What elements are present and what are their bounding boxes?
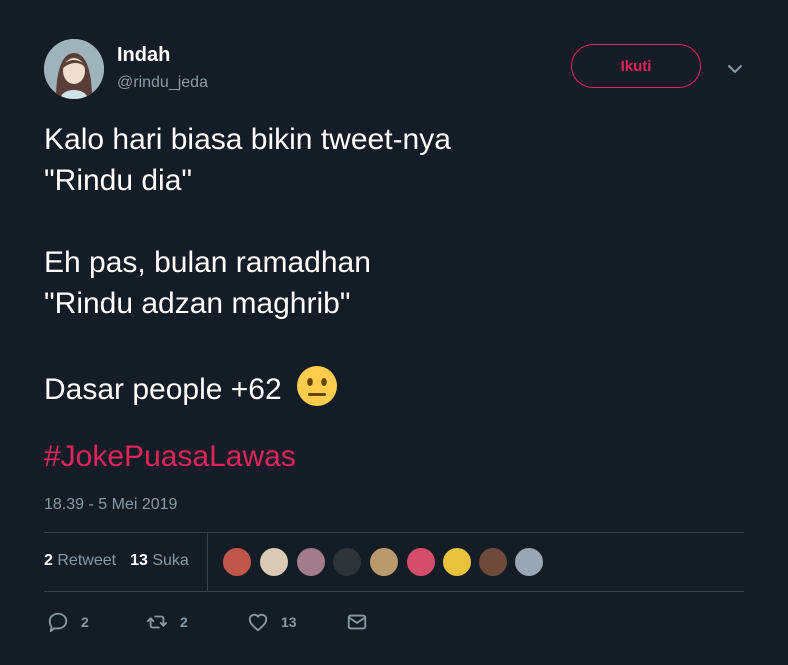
follow-button[interactable]: Ikuti	[571, 44, 701, 88]
divider	[44, 532, 744, 533]
tweet-text: Kalo hari biasa bikin tweet-nya "Rindu d…	[44, 119, 744, 406]
display-name[interactable]: Indah	[117, 44, 170, 67]
liker-avatar[interactable]	[369, 547, 399, 577]
retweet-action[interactable]: 2	[146, 610, 188, 634]
hashtag-link[interactable]: #JokePuasaLawas	[44, 440, 296, 474]
follow-button-label: Ikuti	[620, 57, 652, 75]
envelope-icon	[347, 614, 367, 630]
liker-avatar[interactable]	[296, 547, 326, 577]
tweet-line: Eh pas, bulan ramadhan	[44, 246, 371, 279]
tweet-line: "Rindu adzan maghrib"	[44, 287, 351, 320]
retweet-stat-label: Retweet	[57, 552, 117, 569]
tweet-line-with-emoji: Dasar people +62	[44, 365, 744, 406]
chevron-down-icon[interactable]	[726, 60, 744, 78]
reply-action[interactable]: 2	[47, 610, 89, 634]
liker-avatar[interactable]	[222, 547, 252, 577]
stats-separator	[207, 533, 208, 591]
reply-icon	[48, 612, 68, 633]
liker-avatar[interactable]	[332, 547, 362, 577]
tweet-line	[44, 201, 744, 242]
liker-avatar[interactable]	[442, 547, 472, 577]
liker-avatar[interactable]	[478, 547, 508, 577]
like-action[interactable]: 13	[247, 610, 297, 634]
retweet-stat-count: 2	[44, 552, 53, 569]
tweet-timestamp[interactable]: 18.39 - 5 Mei 2019	[44, 496, 177, 514]
liker-avatar[interactable]	[259, 547, 289, 577]
like-count: 13	[281, 614, 297, 630]
tweet-line: "Rindu dia"	[44, 164, 193, 197]
like-stat-label: Suka	[152, 552, 189, 569]
user-handle[interactable]: @rindu_jeda	[117, 74, 208, 92]
avatar[interactable]	[44, 39, 104, 99]
liker-avatar[interactable]	[406, 547, 436, 577]
tweet-line: Kalo hari biasa bikin tweet-nya	[44, 123, 451, 156]
direct-message-action[interactable]	[346, 610, 368, 634]
liker-avatar[interactable]	[514, 547, 544, 577]
tweet-line	[44, 324, 744, 365]
divider	[44, 591, 744, 592]
retweet-icon	[146, 615, 168, 629]
retweet-stat[interactable]: 2 Retweet	[44, 552, 116, 570]
retweet-count: 2	[180, 614, 188, 630]
tweet-line: Dasar people +62	[44, 373, 282, 406]
reply-count: 2	[81, 614, 89, 630]
heart-icon	[248, 613, 268, 632]
neutral-face-icon	[297, 366, 338, 406]
avatar-illustration	[44, 39, 104, 99]
like-stat[interactable]: 13 Suka	[130, 552, 189, 570]
like-stat-count: 13	[130, 552, 148, 569]
engagement-stats: 2 Retweet 13 Suka	[44, 552, 189, 570]
